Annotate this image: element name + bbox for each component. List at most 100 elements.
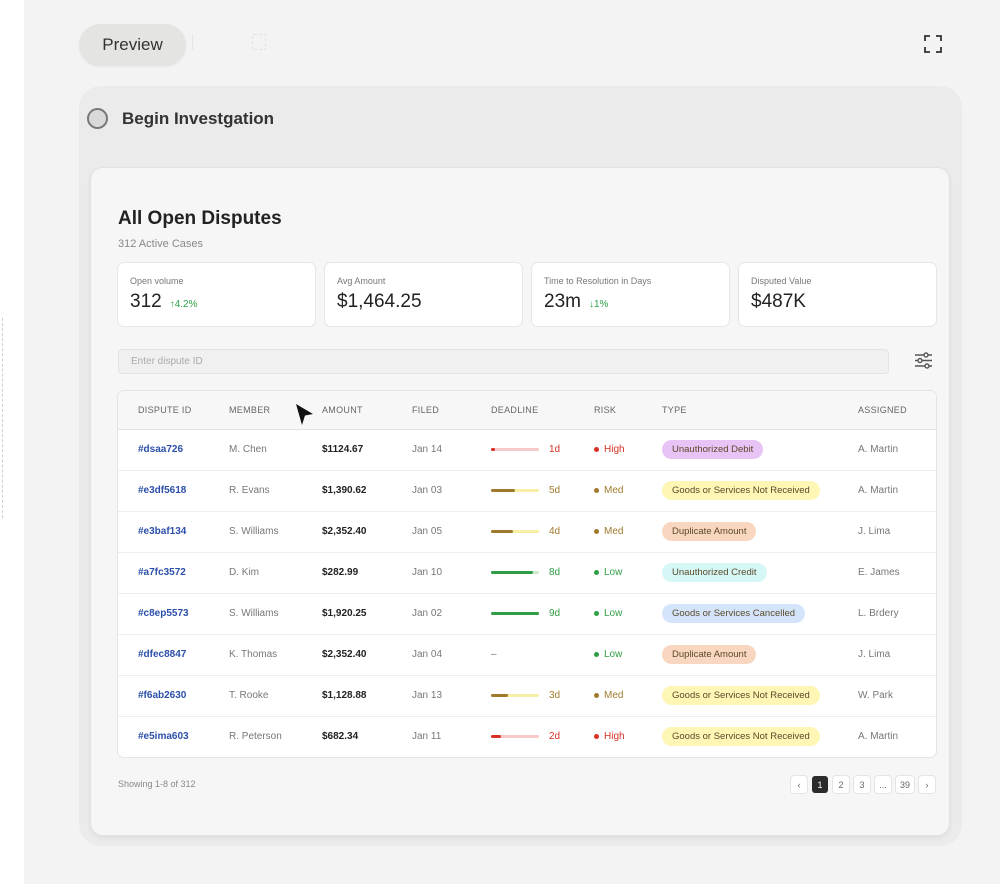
- preview-tab[interactable]: Preview: [79, 24, 186, 66]
- table-row[interactable]: #dfec8847 K. Thomas $2,352.40 Jan 04 – Low Dup…: [118, 634, 936, 675]
- stat-card: Time to Resolution in Days 23m ↓1%: [532, 263, 729, 326]
- member-name: R. Evans: [229, 485, 270, 496]
- type-cell: Goods or Services Not Received: [662, 470, 858, 511]
- column-header[interactable]: TYPE: [662, 391, 858, 430]
- column-header[interactable]: DEADLINE: [491, 391, 594, 430]
- risk-dot-icon: [594, 570, 599, 575]
- deadline-progress-bar: [491, 735, 539, 738]
- risk-cell: Med: [594, 470, 662, 511]
- deadline-text: 8d: [549, 567, 561, 578]
- stats-row: Open volume 312 ↑4.2% Avg Amount $1,464.25 Ti…: [118, 263, 936, 326]
- type-badge: Unauthorized Credit: [662, 563, 767, 582]
- table-row[interactable]: #dsaa726 M. Chen $1124.67 Jan 14 1d High Unaut…: [118, 429, 936, 470]
- deadline-cell: 1d: [491, 429, 594, 470]
- deadline-cell: 8d: [491, 552, 594, 593]
- table-row[interactable]: #e3baf134 S. Williams $2,352.40 Jan 05 4d Med…: [118, 511, 936, 552]
- member-name: T. Rooke: [229, 690, 269, 701]
- filed-date: Jan 05: [412, 526, 443, 537]
- active-cases-count: 312 Active Cases: [118, 238, 203, 250]
- pagination: ‹ 1 2 3... 39 ›: [790, 776, 935, 793]
- filed-date: Jan 10: [412, 567, 443, 578]
- stat-value-row: 312 ↑4.2%: [130, 291, 303, 313]
- dispute-id-link[interactable]: #c8ep5573: [118, 593, 229, 634]
- dispute-id-link[interactable]: #a7fc3572: [118, 552, 229, 593]
- filter-sliders-icon[interactable]: [914, 352, 933, 369]
- risk-cell: High: [594, 429, 662, 470]
- dispute-id-link[interactable]: #e5ima603: [118, 716, 229, 757]
- risk-dot-icon: [594, 488, 599, 493]
- step-label: Begin Investgation: [122, 108, 275, 128]
- deadline-progress-bar: [491, 612, 539, 615]
- table-row[interactable]: #f6ab2630 T. Rooke $1,128.88 Jan 13 3d Med Goo…: [118, 675, 936, 716]
- risk-level: High: [604, 444, 625, 455]
- stat-value-row: 23m ↓1%: [544, 291, 717, 313]
- next-page-button[interactable]: ›: [919, 776, 935, 793]
- member-name: K. Thomas: [229, 649, 278, 660]
- stat-card: Disputed Value $487K: [739, 263, 936, 326]
- deadline-progress-bar: [491, 694, 539, 697]
- member-name: D. Kim: [229, 567, 259, 578]
- column-header[interactable]: ASSIGNED: [858, 391, 936, 430]
- page-button-1[interactable]: 1: [811, 776, 828, 793]
- deadline-text: 3d: [549, 690, 561, 701]
- table-row[interactable]: #e3df5618 R. Evans $1,390.62 Jan 03 5d Med Goo…: [118, 470, 936, 511]
- step-begin-investigation[interactable]: Begin Investgation: [87, 108, 274, 129]
- stat-value: $487K: [751, 291, 806, 312]
- column-header[interactable]: AMOUNT: [322, 391, 412, 430]
- stat-value: $1,464.25: [337, 291, 422, 312]
- dispute-id-link[interactable]: #dsaa726: [118, 429, 229, 470]
- member-name: R. Peterson: [229, 731, 282, 742]
- type-cell: Unauthorized Debit: [662, 429, 858, 470]
- filed-date: Jan 02: [412, 608, 443, 619]
- table-row[interactable]: #c8ep5573 S. Williams $1,920.25 Jan 02 9d Low…: [118, 593, 936, 634]
- dispute-id-link[interactable]: #e3baf134: [118, 511, 229, 552]
- column-header[interactable]: RISK: [594, 391, 662, 430]
- step-status-circle-icon[interactable]: [87, 108, 108, 129]
- page-button-3[interactable]: 3: [853, 776, 870, 793]
- risk-level: Med: [604, 485, 624, 496]
- risk-dot-icon: [594, 611, 599, 616]
- page-button-2[interactable]: 2: [832, 776, 849, 793]
- amount: $282.99: [322, 567, 359, 578]
- risk-level: Med: [604, 690, 624, 701]
- pagination-summary: Showing 1-8 of 312: [118, 779, 196, 789]
- amount: $682.34: [322, 731, 359, 742]
- deadline-text: –: [491, 649, 497, 660]
- amount: $1124.67: [322, 444, 364, 455]
- risk-dot-icon: [594, 693, 599, 698]
- deadline-cell: –: [491, 634, 594, 675]
- prev-page-button[interactable]: ‹: [790, 776, 807, 793]
- dispute-id-link[interactable]: #e3df5618: [118, 470, 229, 511]
- left-panel-strip: [0, 0, 24, 884]
- assignee: A. Martin: [858, 444, 899, 455]
- amount: $2,352.40: [322, 526, 367, 537]
- column-header[interactable]: DISPUTE ID: [118, 391, 229, 430]
- deadline-cell: 9d: [491, 593, 594, 634]
- page-button-39[interactable]: 39: [895, 776, 914, 793]
- deadline-progress-bar: [491, 489, 539, 492]
- deadline-text: 2d: [549, 731, 561, 742]
- risk-cell: Med: [594, 675, 662, 716]
- stat-value-row: $487K: [751, 291, 924, 313]
- type-badge: Goods or Services Not Received: [662, 727, 820, 746]
- table-row[interactable]: #e5ima603 R. Peterson $682.34 Jan 11 2d High G…: [118, 716, 936, 757]
- type-cell: Goods or Services Cancelled: [662, 593, 858, 634]
- type-badge: Goods or Services Not Received: [662, 686, 820, 705]
- risk-level: Low: [604, 567, 623, 578]
- type-cell: Goods or Services Not Received: [662, 675, 858, 716]
- filed-date: Jan 04: [412, 649, 443, 660]
- table-row[interactable]: #a7fc3572 D. Kim $282.99 Jan 10 8d Low Unautho…: [118, 552, 936, 593]
- dispute-search-input[interactable]: [118, 349, 889, 374]
- fullscreen-icon[interactable]: [923, 34, 943, 54]
- dispute-id-link[interactable]: #dfec8847: [118, 634, 229, 675]
- mouse-cursor-icon: [296, 404, 313, 425]
- column-header[interactable]: FILED: [412, 391, 491, 430]
- stat-label: Disputed Value: [751, 276, 812, 286]
- member-name: S. Williams: [229, 526, 279, 537]
- deadline-progress-bar: [491, 530, 539, 533]
- dispute-id-link[interactable]: #f6ab2630: [118, 675, 229, 716]
- deadline-text: 1d: [549, 444, 561, 455]
- disputes-card: All Open Disputes 312 Active Cases Open …: [91, 168, 949, 835]
- amount: $2,352.40: [322, 649, 367, 660]
- deadline-text: 5d: [549, 485, 561, 496]
